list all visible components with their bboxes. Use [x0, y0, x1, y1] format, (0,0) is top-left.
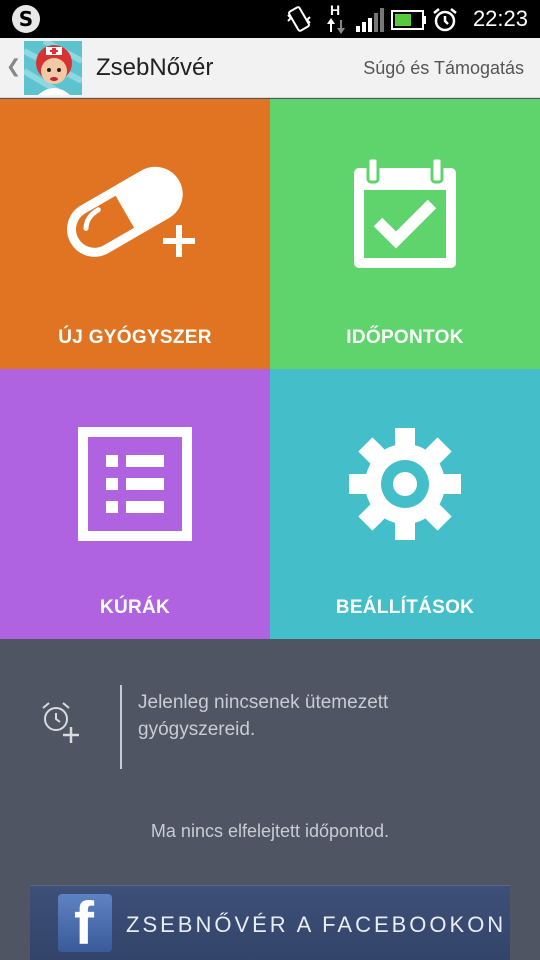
tile-label-new-medicine: ÚJ GYÓGYSZER — [58, 327, 212, 348]
pill-plus-icon — [67, 166, 195, 257]
clock: 22:23 — [472, 6, 528, 31]
vibrate-icon — [287, 6, 311, 32]
app-title: ZsebNővér — [96, 54, 214, 81]
back-icon[interactable]: ❮ — [6, 56, 21, 77]
facebook-banner[interactable]: f ZSEBNŐVÉR A FACEBOOKON — [30, 885, 510, 960]
facebook-logo-icon: f — [58, 894, 112, 954]
s-logo-icon: S — [12, 5, 40, 33]
tile-settings[interactable]: BEÁLLÍTÁSOK — [270, 369, 540, 639]
tile-label-settings: BEÁLLÍTÁSOK — [335, 597, 475, 618]
tile-label-courses: KÚRÁK — [99, 597, 171, 618]
no-missed-appointments-message: Ma nincs elfelejtett időpontod. — [150, 821, 390, 841]
tile-courses[interactable]: KÚRÁK — [0, 369, 270, 639]
help-support-link[interactable]: Súgó és Támogatás — [363, 58, 524, 79]
app-logo[interactable] — [24, 41, 82, 95]
alarm-plus-icon[interactable] — [38, 699, 84, 745]
battery-icon — [391, 10, 426, 30]
alarm-icon — [433, 8, 457, 32]
facebook-banner-label: ZSEBNŐVÉR A FACEBOOKON — [126, 912, 507, 937]
list-icon — [78, 427, 192, 541]
tile-label-appointments: IDŐPONTOK — [346, 327, 464, 348]
signal-icon — [356, 8, 384, 32]
tile-new-medicine[interactable]: ÚJ GYÓGYSZER — [0, 99, 270, 369]
tile-appointments[interactable]: IDŐPONTOK — [270, 99, 540, 369]
calendar-check-icon — [354, 156, 456, 268]
action-bar: ❮ ZsebNővér Súgó és Támogatás — [0, 38, 540, 98]
gear-icon — [349, 428, 461, 540]
no-scheduled-medicines-message: Jelenleg nincsenek ütemezett gyógyszerei… — [138, 692, 389, 740]
status-bar: S H 22:23 — [0, 0, 540, 38]
schedule-panel: Jelenleg nincsenek ütemezett gyógyszerei… — [0, 639, 540, 960]
network-type-label: H — [330, 2, 341, 18]
network-h-icon: H — [326, 2, 346, 34]
divider — [120, 685, 122, 769]
